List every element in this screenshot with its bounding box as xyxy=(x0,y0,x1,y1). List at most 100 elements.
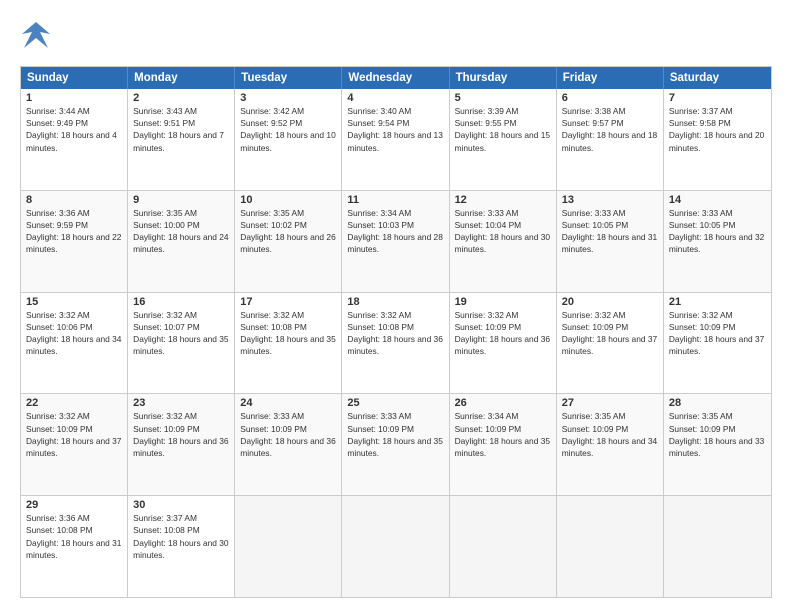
day-number: 26 xyxy=(455,397,551,409)
day-number: 2 xyxy=(133,92,229,104)
day-info: Sunrise: 3:33 AM Sunset: 10:05 PM Daylig… xyxy=(669,207,766,256)
day-info: Sunrise: 3:32 AM Sunset: 10:09 PM Daylig… xyxy=(133,410,229,459)
day-cell: 6Sunrise: 3:38 AM Sunset: 9:57 PM Daylig… xyxy=(557,89,664,190)
day-cell: 24Sunrise: 3:33 AM Sunset: 10:09 PM Dayl… xyxy=(235,394,342,495)
empty-cell xyxy=(557,496,664,597)
empty-cell xyxy=(664,496,771,597)
day-cell: 2Sunrise: 3:43 AM Sunset: 9:51 PM Daylig… xyxy=(128,89,235,190)
day-number: 8 xyxy=(26,194,122,206)
day-number: 1 xyxy=(26,92,122,104)
day-cell: 30Sunrise: 3:37 AM Sunset: 10:08 PM Dayl… xyxy=(128,496,235,597)
weekday-header: Wednesday xyxy=(342,67,449,89)
day-cell: 4Sunrise: 3:40 AM Sunset: 9:54 PM Daylig… xyxy=(342,89,449,190)
day-cell: 19Sunrise: 3:32 AM Sunset: 10:09 PM Dayl… xyxy=(450,293,557,394)
day-number: 13 xyxy=(562,194,658,206)
day-cell: 16Sunrise: 3:32 AM Sunset: 10:07 PM Dayl… xyxy=(128,293,235,394)
day-cell: 12Sunrise: 3:33 AM Sunset: 10:04 PM Dayl… xyxy=(450,191,557,292)
day-info: Sunrise: 3:33 AM Sunset: 10:05 PM Daylig… xyxy=(562,207,658,256)
weekday-header: Tuesday xyxy=(235,67,342,89)
day-number: 30 xyxy=(133,499,229,511)
day-info: Sunrise: 3:32 AM Sunset: 10:09 PM Daylig… xyxy=(455,309,551,358)
day-info: Sunrise: 3:32 AM Sunset: 10:09 PM Daylig… xyxy=(562,309,658,358)
day-cell: 10Sunrise: 3:35 AM Sunset: 10:02 PM Dayl… xyxy=(235,191,342,292)
day-cell: 23Sunrise: 3:32 AM Sunset: 10:09 PM Dayl… xyxy=(128,394,235,495)
day-cell: 15Sunrise: 3:32 AM Sunset: 10:06 PM Dayl… xyxy=(21,293,128,394)
calendar-grid: SundayMondayTuesdayWednesdayThursdayFrid… xyxy=(20,66,772,598)
day-info: Sunrise: 3:42 AM Sunset: 9:52 PM Dayligh… xyxy=(240,105,336,154)
day-info: Sunrise: 3:44 AM Sunset: 9:49 PM Dayligh… xyxy=(26,105,122,154)
day-info: Sunrise: 3:34 AM Sunset: 10:03 PM Daylig… xyxy=(347,207,443,256)
day-number: 27 xyxy=(562,397,658,409)
header xyxy=(20,18,772,56)
calendar-header-row: SundayMondayTuesdayWednesdayThursdayFrid… xyxy=(21,67,771,89)
calendar-week-row: 1Sunrise: 3:44 AM Sunset: 9:49 PM Daylig… xyxy=(21,89,771,190)
day-number: 14 xyxy=(669,194,766,206)
day-info: Sunrise: 3:40 AM Sunset: 9:54 PM Dayligh… xyxy=(347,105,443,154)
day-info: Sunrise: 3:36 AM Sunset: 10:08 PM Daylig… xyxy=(26,512,122,561)
day-cell: 5Sunrise: 3:39 AM Sunset: 9:55 PM Daylig… xyxy=(450,89,557,190)
day-number: 21 xyxy=(669,296,766,308)
day-number: 9 xyxy=(133,194,229,206)
weekday-header: Thursday xyxy=(450,67,557,89)
day-cell: 18Sunrise: 3:32 AM Sunset: 10:08 PM Dayl… xyxy=(342,293,449,394)
day-info: Sunrise: 3:35 AM Sunset: 10:09 PM Daylig… xyxy=(669,410,766,459)
day-number: 19 xyxy=(455,296,551,308)
day-number: 18 xyxy=(347,296,443,308)
day-info: Sunrise: 3:32 AM Sunset: 10:06 PM Daylig… xyxy=(26,309,122,358)
empty-cell xyxy=(450,496,557,597)
logo xyxy=(20,18,56,56)
day-info: Sunrise: 3:39 AM Sunset: 9:55 PM Dayligh… xyxy=(455,105,551,154)
day-cell: 11Sunrise: 3:34 AM Sunset: 10:03 PM Dayl… xyxy=(342,191,449,292)
empty-cell xyxy=(342,496,449,597)
weekday-header: Friday xyxy=(557,67,664,89)
day-info: Sunrise: 3:32 AM Sunset: 10:09 PM Daylig… xyxy=(669,309,766,358)
day-info: Sunrise: 3:35 AM Sunset: 10:02 PM Daylig… xyxy=(240,207,336,256)
day-info: Sunrise: 3:33 AM Sunset: 10:04 PM Daylig… xyxy=(455,207,551,256)
day-number: 7 xyxy=(669,92,766,104)
weekday-header: Sunday xyxy=(21,67,128,89)
calendar-week-row: 8Sunrise: 3:36 AM Sunset: 9:59 PM Daylig… xyxy=(21,190,771,292)
day-number: 20 xyxy=(562,296,658,308)
day-number: 11 xyxy=(347,194,443,206)
day-number: 25 xyxy=(347,397,443,409)
day-number: 29 xyxy=(26,499,122,511)
day-number: 17 xyxy=(240,296,336,308)
day-info: Sunrise: 3:38 AM Sunset: 9:57 PM Dayligh… xyxy=(562,105,658,154)
day-number: 3 xyxy=(240,92,336,104)
day-cell: 21Sunrise: 3:32 AM Sunset: 10:09 PM Dayl… xyxy=(664,293,771,394)
day-cell: 29Sunrise: 3:36 AM Sunset: 10:08 PM Dayl… xyxy=(21,496,128,597)
day-cell: 25Sunrise: 3:33 AM Sunset: 10:09 PM Dayl… xyxy=(342,394,449,495)
weekday-header: Saturday xyxy=(664,67,771,89)
day-info: Sunrise: 3:35 AM Sunset: 10:09 PM Daylig… xyxy=(562,410,658,459)
calendar-week-row: 22Sunrise: 3:32 AM Sunset: 10:09 PM Dayl… xyxy=(21,393,771,495)
day-number: 5 xyxy=(455,92,551,104)
day-info: Sunrise: 3:32 AM Sunset: 10:07 PM Daylig… xyxy=(133,309,229,358)
day-info: Sunrise: 3:33 AM Sunset: 10:09 PM Daylig… xyxy=(240,410,336,459)
day-cell: 3Sunrise: 3:42 AM Sunset: 9:52 PM Daylig… xyxy=(235,89,342,190)
calendar-week-row: 29Sunrise: 3:36 AM Sunset: 10:08 PM Dayl… xyxy=(21,495,771,597)
day-number: 4 xyxy=(347,92,443,104)
day-cell: 8Sunrise: 3:36 AM Sunset: 9:59 PM Daylig… xyxy=(21,191,128,292)
day-info: Sunrise: 3:33 AM Sunset: 10:09 PM Daylig… xyxy=(347,410,443,459)
day-number: 12 xyxy=(455,194,551,206)
day-number: 24 xyxy=(240,397,336,409)
day-cell: 9Sunrise: 3:35 AM Sunset: 10:00 PM Dayli… xyxy=(128,191,235,292)
day-cell: 17Sunrise: 3:32 AM Sunset: 10:08 PM Dayl… xyxy=(235,293,342,394)
day-info: Sunrise: 3:32 AM Sunset: 10:08 PM Daylig… xyxy=(240,309,336,358)
day-info: Sunrise: 3:36 AM Sunset: 9:59 PM Dayligh… xyxy=(26,207,122,256)
day-cell: 26Sunrise: 3:34 AM Sunset: 10:09 PM Dayl… xyxy=(450,394,557,495)
day-number: 28 xyxy=(669,397,766,409)
day-cell: 27Sunrise: 3:35 AM Sunset: 10:09 PM Dayl… xyxy=(557,394,664,495)
day-cell: 28Sunrise: 3:35 AM Sunset: 10:09 PM Dayl… xyxy=(664,394,771,495)
day-info: Sunrise: 3:37 AM Sunset: 10:08 PM Daylig… xyxy=(133,512,229,561)
day-cell: 22Sunrise: 3:32 AM Sunset: 10:09 PM Dayl… xyxy=(21,394,128,495)
day-number: 22 xyxy=(26,397,122,409)
day-info: Sunrise: 3:34 AM Sunset: 10:09 PM Daylig… xyxy=(455,410,551,459)
day-info: Sunrise: 3:32 AM Sunset: 10:09 PM Daylig… xyxy=(26,410,122,459)
day-number: 10 xyxy=(240,194,336,206)
logo-icon xyxy=(20,20,52,56)
day-info: Sunrise: 3:35 AM Sunset: 10:00 PM Daylig… xyxy=(133,207,229,256)
day-cell: 7Sunrise: 3:37 AM Sunset: 9:58 PM Daylig… xyxy=(664,89,771,190)
day-info: Sunrise: 3:32 AM Sunset: 10:08 PM Daylig… xyxy=(347,309,443,358)
day-cell: 14Sunrise: 3:33 AM Sunset: 10:05 PM Dayl… xyxy=(664,191,771,292)
